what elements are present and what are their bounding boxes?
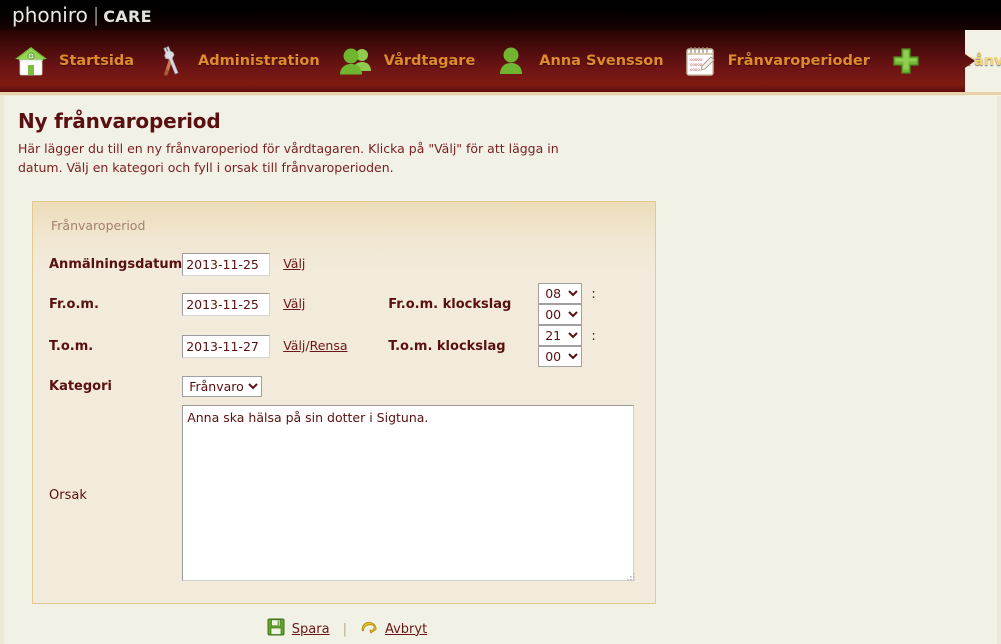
- tom-date-input[interactable]: [182, 334, 271, 358]
- tom-time-minute-select[interactable]: 00: [538, 346, 583, 367]
- from-date-input[interactable]: [182, 292, 271, 316]
- undo-arrow-icon: [360, 618, 378, 640]
- brand-bar: phoniro | CARE: [0, 0, 1001, 30]
- save-label: Spara: [291, 621, 330, 637]
- nav-label-franvaroperioder: Frånvaroperioder: [727, 53, 870, 69]
- left-edge-strip: [0, 96, 4, 644]
- cell-anmalningsdatum-links: Välj: [274, 245, 388, 283]
- kategori-select[interactable]: Frånvaro: [182, 375, 263, 397]
- label-from-time: Fr.o.m. klockslag: [388, 296, 512, 312]
- nav-item-startsida[interactable]: Startsida: [0, 30, 139, 92]
- cell-anmalningsdatum-input: [182, 245, 274, 283]
- plus-icon: [887, 42, 925, 80]
- page-description: Här lägger du till en ny frånvaroperiod …: [18, 141, 559, 175]
- cell-tom-links: Välj/Rensa: [274, 325, 388, 367]
- orsak-textarea[interactable]: [182, 405, 635, 581]
- cancel-button[interactable]: Avbryt: [360, 618, 427, 640]
- right-edge-strip: [997, 96, 1001, 644]
- label-kategori: Kategori: [49, 378, 112, 394]
- label-anmalningsdatum: Anmälningsdatum: [49, 256, 183, 272]
- cell-from-time-selects: 08 : 00: [538, 283, 639, 325]
- from-valj-link[interactable]: Välj: [283, 296, 305, 311]
- cell-empty-2: [538, 245, 639, 283]
- nav-item-franvaroperioder[interactable]: ooooo ooooo oooo Frånvaroperioder: [669, 30, 875, 92]
- cell-empty-1: [388, 245, 538, 283]
- navigation-bar: Startsida Administration Vårdtagare Anna…: [0, 30, 1001, 92]
- save-button[interactable]: Spara: [267, 618, 330, 640]
- actions-divider: |: [342, 621, 347, 637]
- svg-text:oooo: oooo: [690, 67, 700, 72]
- logo-primary-text: phoniro: [12, 3, 88, 27]
- nav-label-administration: Administration: [198, 53, 320, 69]
- from-time-minute-select[interactable]: 00: [538, 304, 583, 325]
- nav-label-startsida: Startsida: [59, 53, 135, 69]
- page-title: Ny frånvaroperiod: [18, 109, 221, 133]
- nav-label-anna-svensson: Anna Svensson: [539, 53, 664, 69]
- row-tom: T.o.m. Välj/Rensa T.o.m. klockslag 21 :: [49, 325, 639, 367]
- franvaroperiod-form-panel: Frånvaroperiod Anmälningsdatum Välj: [32, 201, 656, 604]
- form-actions: Spara | Avbryt: [32, 618, 642, 640]
- main-navigation: Startsida Administration Vårdtagare Anna…: [0, 30, 1001, 96]
- cancel-label: Avbryt: [384, 621, 428, 637]
- gold-rule: [0, 92, 1001, 95]
- logo: phoniro | CARE: [12, 3, 152, 31]
- nav-label-vardtagare: Vårdtagare: [383, 53, 476, 69]
- save-floppy-icon: [267, 618, 285, 640]
- panel-legend: Frånvaroperiod: [51, 218, 146, 233]
- cell-orsak-textarea: [182, 405, 639, 585]
- label-orsak: Orsak: [49, 487, 87, 503]
- from-time-hour-select[interactable]: 08: [538, 283, 583, 304]
- logo-secondary-text: CARE: [103, 7, 152, 26]
- label-tom-time: T.o.m. klockslag: [388, 338, 506, 354]
- home-icon: [12, 42, 50, 80]
- nav-item-vardtagare[interactable]: Vårdtagare: [325, 30, 481, 92]
- nav-item-administration[interactable]: Administration: [139, 30, 325, 92]
- cell-from-input: [182, 283, 274, 325]
- calendar-icon: ooooo ooooo oooo: [681, 42, 719, 80]
- anmalningsdatum-input[interactable]: [182, 252, 271, 276]
- row-from: Fr.o.m. Välj Fr.o.m. klockslag 08 :: [49, 283, 639, 325]
- label-from: Fr.o.m.: [49, 296, 99, 312]
- tools-icon: [151, 42, 189, 80]
- form-table: Anmälningsdatum Välj Fr.o.m.: [49, 245, 639, 585]
- cell-tom-input: [182, 325, 274, 367]
- logo-separator: |: [92, 4, 100, 26]
- user-icon: [492, 42, 530, 80]
- cell-kategori-select: Frånvaro: [182, 367, 639, 405]
- cell-tom-time-selects: 21 : 00: [538, 325, 639, 367]
- label-tom: T.o.m.: [49, 338, 94, 354]
- page-content: Ny frånvaroperiod Här lägger du till en …: [0, 96, 1001, 644]
- row-orsak: Orsak: [49, 405, 639, 585]
- row-anmalningsdatum: Anmälningsdatum Välj: [49, 245, 639, 283]
- tom-time-colon: :: [591, 329, 596, 344]
- anmalningsdatum-valj-link[interactable]: Välj: [283, 256, 305, 271]
- cell-from-links: Välj: [274, 283, 388, 325]
- nav-item-anna-svensson[interactable]: Anna Svensson: [480, 30, 668, 92]
- from-time-colon: :: [591, 287, 596, 302]
- tom-time-hour-select[interactable]: 21: [538, 325, 583, 346]
- row-kategori: Kategori Frånvaro: [49, 367, 639, 405]
- tom-valj-link[interactable]: Välj: [283, 338, 305, 353]
- tom-rensa-link[interactable]: Rensa: [310, 338, 348, 353]
- users-icon: [337, 42, 375, 80]
